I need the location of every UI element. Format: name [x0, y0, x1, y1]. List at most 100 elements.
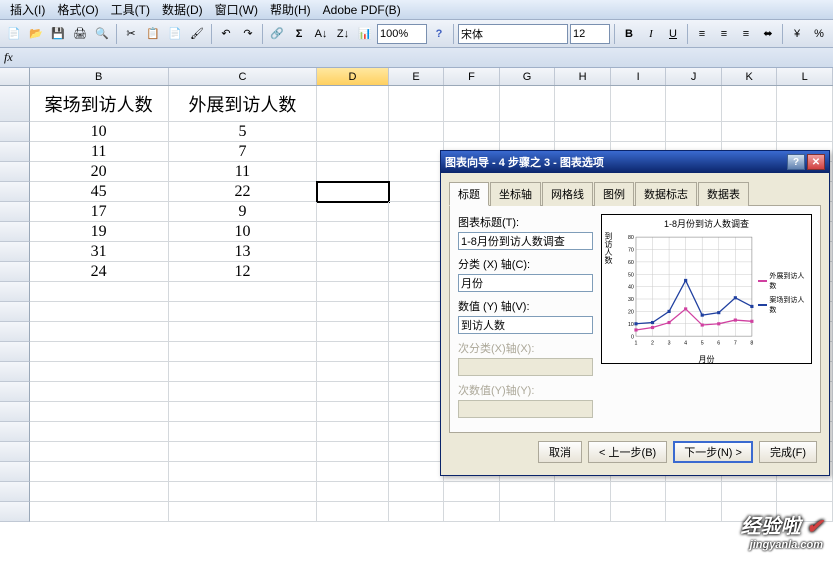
cell[interactable]	[30, 402, 169, 422]
cell[interactable]	[389, 462, 445, 482]
cell[interactable]	[169, 462, 318, 482]
merge-icon[interactable]: ⬌	[758, 24, 778, 44]
sort-desc-icon[interactable]: Z↓	[333, 24, 353, 44]
row-header[interactable]	[0, 322, 30, 342]
row-header[interactable]	[0, 362, 30, 382]
redo-icon[interactable]: ↷	[238, 24, 258, 44]
chart-icon[interactable]: 📊	[355, 24, 375, 44]
cell[interactable]	[169, 422, 318, 442]
undo-icon[interactable]: ↶	[216, 24, 236, 44]
col-header-H[interactable]: H	[555, 68, 611, 85]
cell[interactable]: 17	[30, 202, 169, 222]
cell[interactable]	[555, 86, 611, 122]
col-header-K[interactable]: K	[722, 68, 778, 85]
cell[interactable]	[169, 362, 318, 382]
dialog-titlebar[interactable]: 图表向导 - 4 步骤之 3 - 图表选项 ? ✕	[441, 151, 829, 173]
cell[interactable]: 5	[169, 122, 318, 142]
cell[interactable]	[317, 442, 388, 462]
col-header-C[interactable]: C	[169, 68, 318, 85]
cell[interactable]	[317, 422, 388, 442]
fx-icon[interactable]: fx	[4, 50, 13, 65]
cell[interactable]	[666, 502, 722, 522]
percent-icon[interactable]: %	[809, 24, 829, 44]
cell[interactable]	[30, 282, 169, 302]
cell[interactable]	[777, 482, 833, 502]
cell[interactable]	[444, 502, 500, 522]
col-header-J[interactable]: J	[666, 68, 722, 85]
open-icon[interactable]: 📂	[26, 24, 46, 44]
row-header[interactable]	[0, 442, 30, 462]
cell[interactable]	[555, 122, 611, 142]
print-icon[interactable]: 🖨	[70, 24, 90, 44]
cell[interactable]: 31	[30, 242, 169, 262]
cell[interactable]	[317, 322, 388, 342]
cell[interactable]	[444, 482, 500, 502]
help-button[interactable]: ?	[787, 154, 805, 170]
cell[interactable]	[169, 482, 318, 502]
cell[interactable]	[30, 342, 169, 362]
cell[interactable]	[317, 282, 388, 302]
cell[interactable]	[666, 122, 722, 142]
cell[interactable]	[389, 202, 445, 222]
font-name-combo[interactable]	[458, 24, 568, 44]
cell[interactable]	[30, 362, 169, 382]
cell[interactable]	[30, 382, 169, 402]
cell[interactable]	[555, 482, 611, 502]
menu-format[interactable]: 格式(O)	[51, 1, 104, 18]
cell[interactable]	[389, 262, 445, 282]
row-header[interactable]	[0, 302, 30, 322]
cell[interactable]	[389, 242, 445, 262]
cell[interactable]	[30, 422, 169, 442]
cell[interactable]	[317, 362, 388, 382]
tab-datatable[interactable]: 数据表	[698, 182, 749, 206]
cell[interactable]	[777, 122, 833, 142]
cell[interactable]	[169, 402, 318, 422]
cell[interactable]	[389, 362, 445, 382]
cell[interactable]	[30, 322, 169, 342]
cell[interactable]	[500, 502, 556, 522]
font-size-combo[interactable]	[570, 24, 610, 44]
link-icon[interactable]: 🔗	[267, 24, 287, 44]
cell[interactable]: 外展到访人数	[169, 86, 318, 122]
currency-icon[interactable]: ¥	[787, 24, 807, 44]
cell[interactable]	[169, 382, 318, 402]
cell[interactable]	[317, 402, 388, 422]
cell[interactable]	[444, 86, 500, 122]
tab-axes[interactable]: 坐标轴	[490, 182, 541, 206]
tab-datalabels[interactable]: 数据标志	[635, 182, 697, 206]
cell[interactable]	[389, 86, 445, 122]
cell[interactable]: 45	[30, 182, 169, 202]
italic-icon[interactable]: I	[641, 24, 661, 44]
cell[interactable]	[500, 482, 556, 502]
cell[interactable]: 9	[169, 202, 318, 222]
cell[interactable]	[317, 222, 388, 242]
cell[interactable]: 11	[30, 142, 169, 162]
copy-icon[interactable]: 📋	[143, 24, 163, 44]
cell[interactable]: 13	[169, 242, 318, 262]
cell[interactable]	[500, 86, 556, 122]
zoom-combo[interactable]	[377, 24, 427, 44]
cell[interactable]	[722, 86, 778, 122]
cell[interactable]	[169, 442, 318, 462]
cell[interactable]	[317, 482, 388, 502]
cell[interactable]	[389, 282, 445, 302]
cell[interactable]	[722, 122, 778, 142]
sort-asc-icon[interactable]: A↓	[311, 24, 331, 44]
cell[interactable]	[611, 122, 667, 142]
cell[interactable]: 案场到访人数	[30, 86, 169, 122]
y-axis-input[interactable]	[458, 316, 593, 334]
cell[interactable]	[169, 322, 318, 342]
back-button[interactable]: < 上一步(B)	[588, 441, 667, 463]
cell[interactable]: 11	[169, 162, 318, 182]
paste-icon[interactable]: 📄	[165, 24, 185, 44]
cell[interactable]	[317, 462, 388, 482]
row-header[interactable]	[0, 382, 30, 402]
underline-icon[interactable]: U	[663, 24, 683, 44]
cell[interactable]	[611, 502, 667, 522]
cell[interactable]	[30, 442, 169, 462]
x-axis-input[interactable]	[458, 274, 593, 292]
cell[interactable]	[317, 242, 388, 262]
col-header-L[interactable]: L	[777, 68, 833, 85]
cell[interactable]	[555, 502, 611, 522]
cell[interactable]	[389, 302, 445, 322]
